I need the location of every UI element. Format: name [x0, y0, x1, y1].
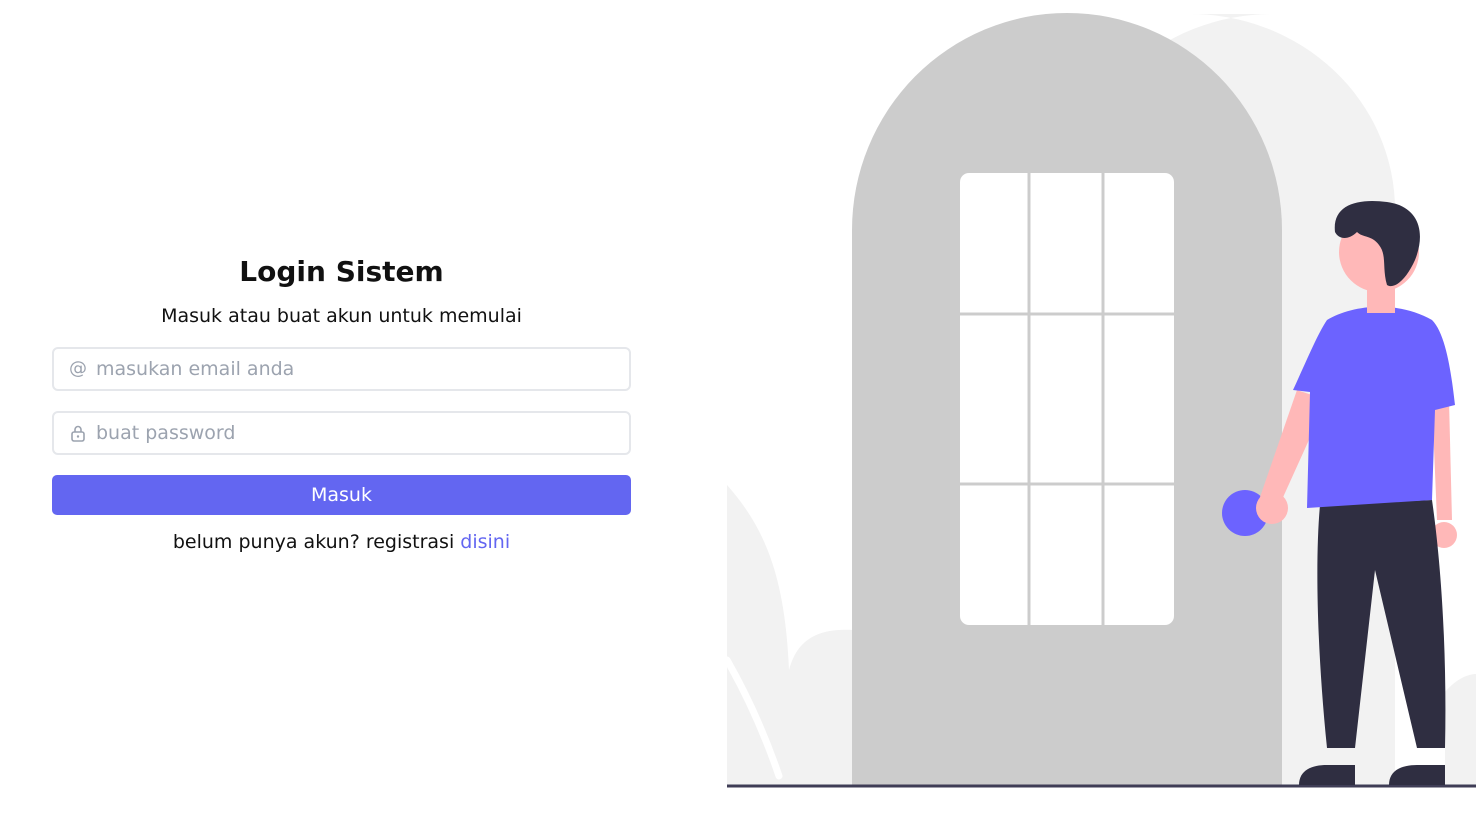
page-subtitle: Masuk atau buat akun untuk memulai: [161, 305, 522, 327]
left-plant-shape: [727, 485, 789, 785]
login-form: Login Sistem Masuk atau buat akun untuk …: [52, 250, 631, 556]
right-bush-shape: [1445, 674, 1476, 785]
login-button[interactable]: Masuk: [52, 475, 631, 515]
login-illustration: [727, 13, 1476, 788]
lock-icon: [68, 423, 88, 443]
password-input[interactable]: [96, 422, 616, 444]
door-window: [960, 173, 1174, 625]
register-prompt-text: belum punya akun? registrasi: [172, 531, 455, 553]
page-title: Login Sistem: [239, 255, 444, 288]
password-field[interactable]: [52, 411, 631, 455]
register-prompt: belum punya akun? registrasi disini: [52, 528, 631, 556]
at-icon: @: [69, 358, 87, 379]
email-input[interactable]: [96, 358, 616, 380]
login-page: Login Sistem Masuk atau buat akun untuk …: [0, 0, 1476, 821]
email-field[interactable]: @: [52, 347, 631, 391]
left-bush-shape: [789, 629, 853, 785]
register-link[interactable]: disini: [460, 531, 510, 553]
